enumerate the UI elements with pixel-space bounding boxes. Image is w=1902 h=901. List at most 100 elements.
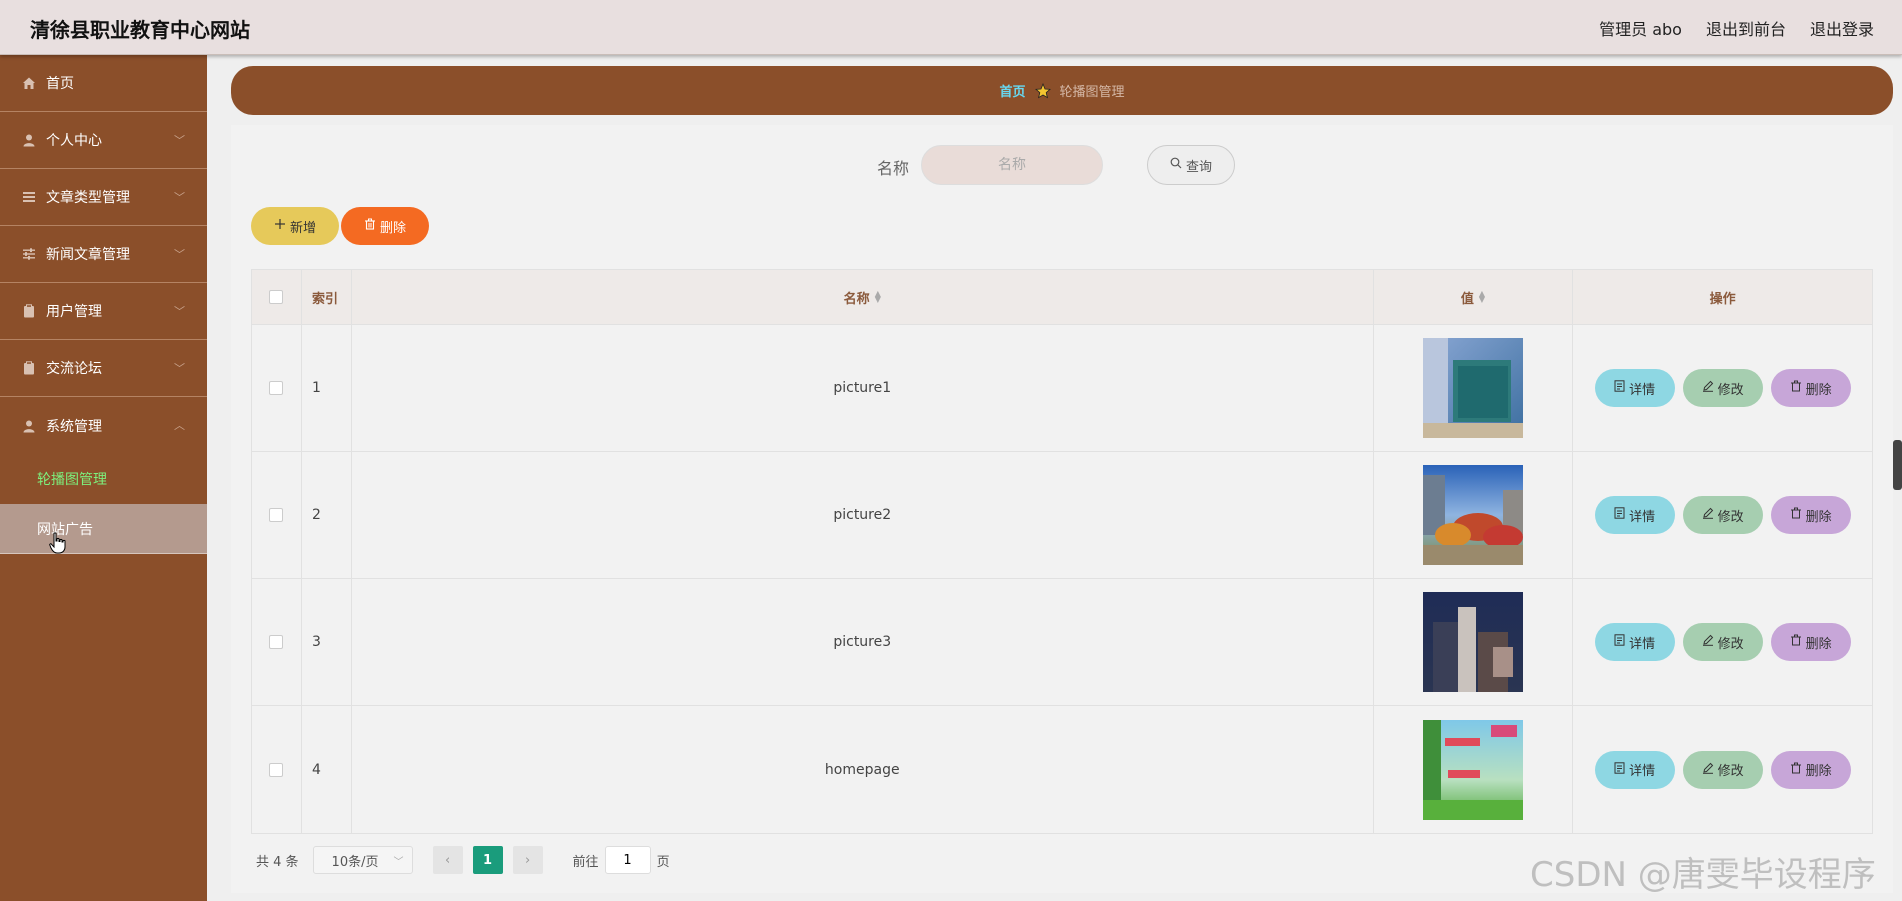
header-index: 索引	[302, 270, 352, 324]
chevron-down-icon: ﹀	[174, 362, 185, 375]
chevron-left-icon: ‹	[444, 852, 451, 868]
prev-page-button[interactable]: ‹	[432, 846, 463, 874]
search-input[interactable]	[921, 145, 1103, 185]
edit-button[interactable]: 修改	[1682, 750, 1763, 789]
header-ops: 操作	[1709, 291, 1736, 307]
sidebar-item-personal-center[interactable]: 个人中心 ﹀	[0, 112, 207, 169]
search-button-label: 查询	[1185, 159, 1212, 175]
plus-icon	[274, 218, 286, 234]
table-row: 3 picture3 详情 修改 删除	[252, 579, 1872, 706]
add-button[interactable]: 新增	[251, 207, 339, 245]
breadcrumb-current: 轮播图管理	[1059, 85, 1125, 100]
row-delete-label: 删除	[1805, 382, 1832, 398]
detail-label: 详情	[1629, 636, 1656, 652]
user-icon	[22, 133, 36, 147]
chevron-down-icon: ﹀	[174, 305, 185, 318]
sidebar-item-label: 文章类型管理	[46, 190, 130, 206]
sort-icon[interactable]: ▲ ▼	[875, 290, 881, 304]
goto-prefix: 前往	[572, 854, 599, 870]
chevron-down-icon: ﹀	[174, 248, 185, 261]
sidebar-item-users[interactable]: 用户管理 ﹀	[0, 283, 207, 340]
table-row: 4 homepage 详情 修改 删除	[252, 706, 1872, 833]
search-button[interactable]: 查询	[1147, 145, 1235, 185]
row-delete-button[interactable]: 删除	[1770, 623, 1851, 661]
clipboard-icon	[22, 304, 36, 318]
edit-button[interactable]: 修改	[1682, 369, 1763, 407]
chevron-down-icon: ﹀	[393, 857, 404, 868]
sidebar-item-system[interactable]: 系统管理 ︿	[0, 397, 207, 454]
row-delete-button[interactable]: 删除	[1770, 750, 1851, 789]
header-value[interactable]: 值 ▲ ▼	[1374, 270, 1574, 324]
detail-button[interactable]: 详情	[1594, 369, 1675, 407]
next-page-button[interactable]: ›	[512, 846, 543, 874]
sidebar-item-news-articles[interactable]: 新闻文章管理 ﹀	[0, 226, 207, 283]
trash-icon	[1790, 762, 1802, 778]
city-night-photo[interactable]	[1423, 592, 1523, 692]
row-delete-label: 删除	[1805, 509, 1832, 525]
detail-button[interactable]: 详情	[1594, 750, 1675, 789]
sidebar-item-forum[interactable]: 交流论坛 ﹀	[0, 340, 207, 397]
page-number-current[interactable]: 1	[472, 846, 503, 874]
edit-icon	[1702, 380, 1714, 396]
logout-link[interactable]: 退出登录	[1810, 16, 1874, 40]
sidebar-item-label: 交流论坛	[46, 361, 102, 377]
row-delete-button[interactable]: 删除	[1770, 369, 1851, 407]
admin-label: 管理员 abo	[1599, 20, 1682, 39]
campus-garden-photo[interactable]	[1423, 465, 1523, 565]
to-frontend-link[interactable]: 退出到前台	[1706, 16, 1786, 40]
add-button-label: 新增	[289, 220, 316, 236]
sidebar-item-home[interactable]: 首页	[0, 55, 207, 112]
sliders-icon	[22, 247, 36, 261]
breadcrumb-home[interactable]: 首页	[999, 81, 1025, 100]
top-actions: 管理员 abo 退出到前台 退出登录	[1599, 16, 1874, 40]
row-name: homepage	[352, 706, 1374, 833]
row-delete-button[interactable]: 删除	[1770, 496, 1851, 534]
row-checkbox[interactable]	[269, 635, 284, 649]
goto-suffix: 页	[656, 854, 670, 870]
detail-button[interactable]: 详情	[1594, 623, 1675, 661]
row-delete-label: 删除	[1805, 636, 1832, 652]
document-icon	[1614, 507, 1625, 523]
sidebar-item-label: 新闻文章管理	[46, 247, 130, 263]
detail-button[interactable]: 详情	[1594, 496, 1675, 534]
goto-page-input[interactable]	[604, 846, 651, 874]
sidebar-item-label: 用户管理	[46, 304, 102, 320]
detail-label: 详情	[1629, 509, 1656, 525]
row-delete-label: 删除	[1805, 764, 1832, 779]
sidebar-item-article-types[interactable]: 文章类型管理 ﹀	[0, 169, 207, 226]
row-index: 2	[302, 452, 352, 578]
delete-button[interactable]: 删除	[341, 207, 429, 245]
delete-button-label: 删除	[379, 220, 406, 236]
sidebar: 首页 个人中心 ﹀ 文章类型管理 ﹀ 新闻文章管理 ﹀ 用户管理 ﹀ 交流论坛 …	[0, 55, 207, 901]
document-icon	[1614, 380, 1625, 396]
row-index: 3	[302, 579, 352, 705]
sort-icon[interactable]: ▲ ▼	[1479, 290, 1485, 304]
row-checkbox[interactable]	[269, 762, 284, 777]
chevron-down-icon: ﹀	[174, 134, 185, 147]
total-count: 共 4 条	[256, 854, 299, 870]
pagination: 共 4 条 10条/页 ﹀ ‹ 1 › 前往 页	[256, 845, 670, 875]
header-name[interactable]: 名称 ▲ ▼	[352, 270, 1374, 324]
row-checkbox[interactable]	[269, 508, 284, 522]
trash-icon	[1790, 507, 1802, 523]
page-size-select[interactable]: 10条/页 ﹀	[312, 846, 413, 874]
sidebar-subitem-ads[interactable]: 网站广告	[0, 504, 207, 554]
row-name: picture2	[352, 452, 1374, 578]
sidebar-subitem-carousel[interactable]: 轮播图管理	[0, 454, 207, 504]
trash-icon	[364, 218, 376, 234]
table-row: 1 picture1 详情 修改 删除	[252, 325, 1872, 452]
school-hall-photo[interactable]	[1423, 338, 1523, 438]
user-icon	[22, 419, 36, 433]
data-table: 索引 名称 ▲ ▼ 值 ▲ ▼ 操作 1 picture1 详情 修改 删除 2…	[251, 269, 1873, 834]
row-checkbox[interactable]	[269, 381, 284, 395]
edit-button[interactable]: 修改	[1682, 623, 1763, 661]
scrollbar-handle[interactable]	[1893, 440, 1902, 490]
chevron-right-icon: ›	[524, 852, 531, 868]
breadcrumb: 首页 轮播图管理	[231, 66, 1893, 115]
watermark: CSDN @唐雯毕设程序	[1530, 855, 1876, 895]
select-all-checkbox[interactable]	[269, 290, 284, 304]
edit-button[interactable]: 修改	[1682, 496, 1763, 534]
list-icon	[22, 190, 36, 204]
row-index: 1	[302, 325, 352, 451]
homepage-banner-photo[interactable]	[1423, 719, 1523, 820]
